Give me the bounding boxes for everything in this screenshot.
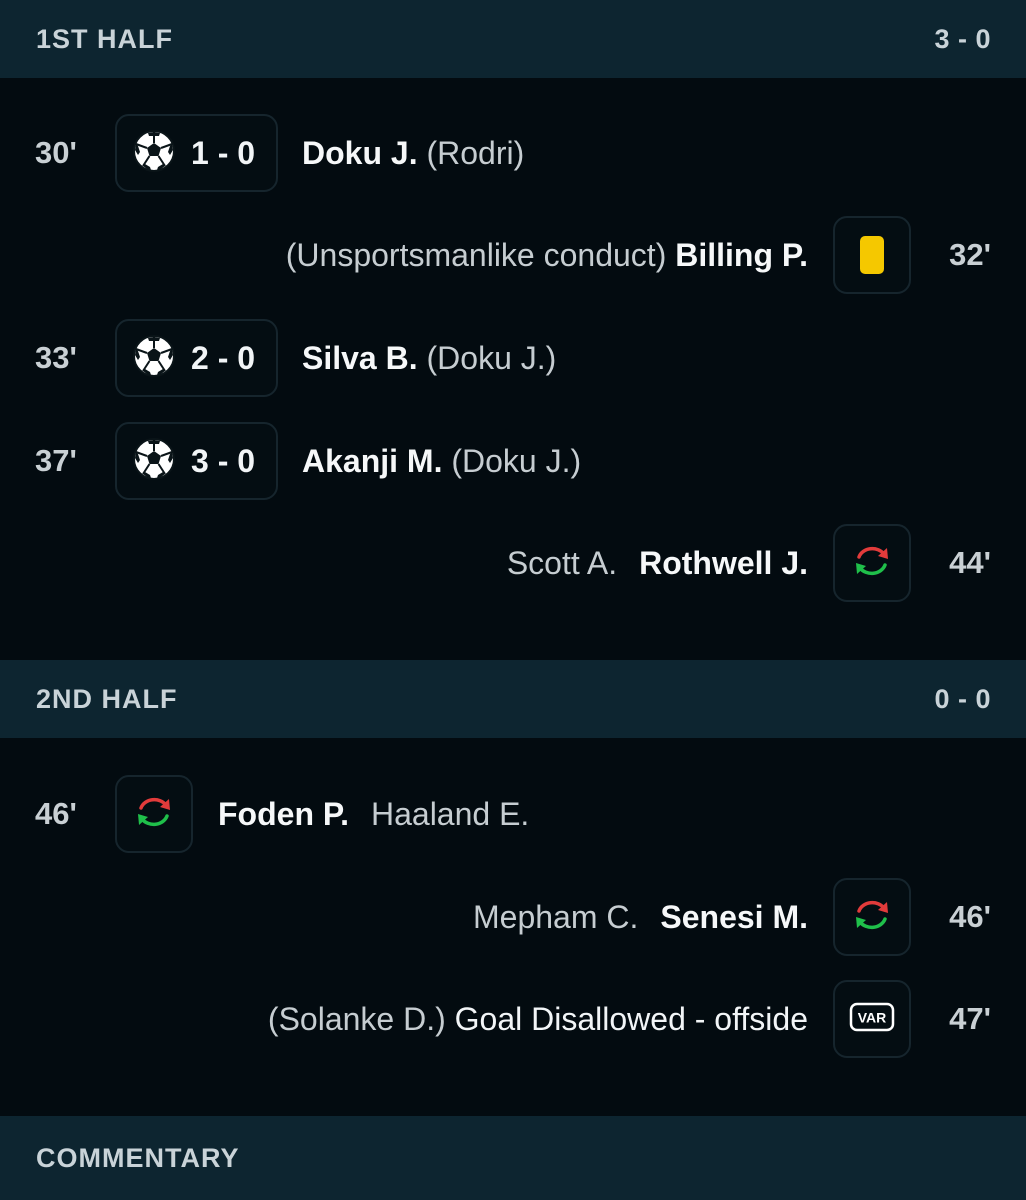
- goal-score-badge: 2 - 0: [115, 319, 278, 397]
- goal-score: 1 - 0: [191, 134, 256, 171]
- scorer-name[interactable]: Akanji M.: [302, 443, 442, 479]
- event-text: Doku J. (Rodri): [302, 114, 524, 192]
- section-title: 1ST HALF: [36, 23, 174, 54]
- event-icon-box: [833, 216, 911, 294]
- substitution-icon: [849, 538, 895, 589]
- goal-score: 3 - 0: [191, 442, 256, 479]
- event-row-card[interactable]: (Unsportsmanlike conduct) Billing P. 32': [0, 216, 1026, 294]
- event-minute: 30': [35, 135, 77, 170]
- event-row-var[interactable]: (Solanke D.) Goal Disallowed - offside V…: [0, 980, 1026, 1058]
- event-row-substitution[interactable]: 46' Foden P. Haaland E.: [0, 775, 1026, 853]
- yellow-card-icon: [860, 236, 884, 274]
- event-minute: 44': [949, 545, 991, 580]
- player-out-name[interactable]: Haaland E.: [371, 796, 529, 832]
- card-reason: (Unsportsmanlike conduct): [285, 237, 667, 273]
- event-text: Akanji M. (Doku J.): [302, 422, 581, 500]
- event-minute: 32': [949, 237, 991, 272]
- event-text: Scott A. Rothwell J.: [507, 524, 808, 602]
- assist-name[interactable]: (Doku J.): [427, 340, 557, 376]
- event-icon-box: [115, 775, 193, 853]
- event-row-substitution[interactable]: Mepham C. Senesi M. 46': [0, 878, 1026, 956]
- football-icon: [131, 333, 177, 384]
- player-in-name[interactable]: Foden P.: [218, 796, 349, 832]
- section-title: COMMENTARY: [36, 1142, 240, 1173]
- event-minute: 47': [949, 1001, 991, 1036]
- second-half-header: 2ND HALF 0 - 0: [0, 660, 1026, 738]
- player-out-name[interactable]: Mepham C.: [473, 899, 638, 935]
- scorer-name[interactable]: Silva B.: [302, 340, 418, 376]
- event-text: Mepham C. Senesi M.: [473, 878, 808, 956]
- event-minute: 37': [35, 443, 77, 478]
- assist-name[interactable]: (Doku J.): [451, 443, 581, 479]
- goal-score-badge: 1 - 0: [115, 114, 278, 192]
- substitution-icon: [131, 789, 177, 840]
- event-minute: 46': [949, 899, 991, 934]
- player-in-name[interactable]: Rothwell J.: [639, 545, 808, 581]
- event-text: Foden P. Haaland E.: [218, 775, 529, 853]
- event-text: (Solanke D.) Goal Disallowed - offside: [268, 980, 808, 1058]
- first-half-header: 1ST HALF 3 - 0: [0, 0, 1026, 78]
- event-minute: 46': [35, 796, 77, 831]
- event-text: (Unsportsmanlike conduct) Billing P.: [286, 216, 808, 294]
- event-icon-box: VAR: [833, 980, 911, 1058]
- player-in-name[interactable]: Senesi M.: [660, 899, 808, 935]
- scorer-name[interactable]: Doku J.: [302, 135, 418, 171]
- event-row-substitution[interactable]: Scott A. Rothwell J. 44': [0, 524, 1026, 602]
- football-icon: [131, 436, 177, 487]
- assist-name[interactable]: (Rodri): [426, 135, 524, 171]
- event-text: Silva B. (Doku J.): [302, 319, 556, 397]
- player-name[interactable]: (Solanke D.): [268, 1001, 446, 1037]
- substitution-icon: [849, 892, 895, 943]
- event-row-goal[interactable]: 33' 2 - 0 Silva B. (Doku J.): [0, 319, 1026, 397]
- event-icon-box: [833, 878, 911, 956]
- half-score: 3 - 0: [934, 23, 991, 54]
- goal-score-badge: 3 - 0: [115, 422, 278, 500]
- goal-score: 2 - 0: [191, 339, 256, 376]
- section-title: 2ND HALF: [36, 683, 178, 714]
- football-icon: [131, 128, 177, 179]
- event-row-goal[interactable]: 30' 1 - 0 Doku J. (Rodri): [0, 114, 1026, 192]
- player-name[interactable]: Billing P.: [675, 237, 808, 273]
- var-icon-label: VAR: [858, 1009, 887, 1025]
- event-icon-box: [833, 524, 911, 602]
- half-score: 0 - 0: [934, 683, 991, 714]
- event-row-goal[interactable]: 37' 3 - 0 Akanji M. (Doku J.): [0, 422, 1026, 500]
- var-icon: VAR: [848, 1001, 896, 1038]
- player-out-name[interactable]: Scott A.: [507, 545, 617, 581]
- event-minute: 33': [35, 340, 77, 375]
- commentary-header[interactable]: COMMENTARY: [0, 1116, 1026, 1200]
- var-decision: Goal Disallowed - offside: [454, 1001, 808, 1037]
